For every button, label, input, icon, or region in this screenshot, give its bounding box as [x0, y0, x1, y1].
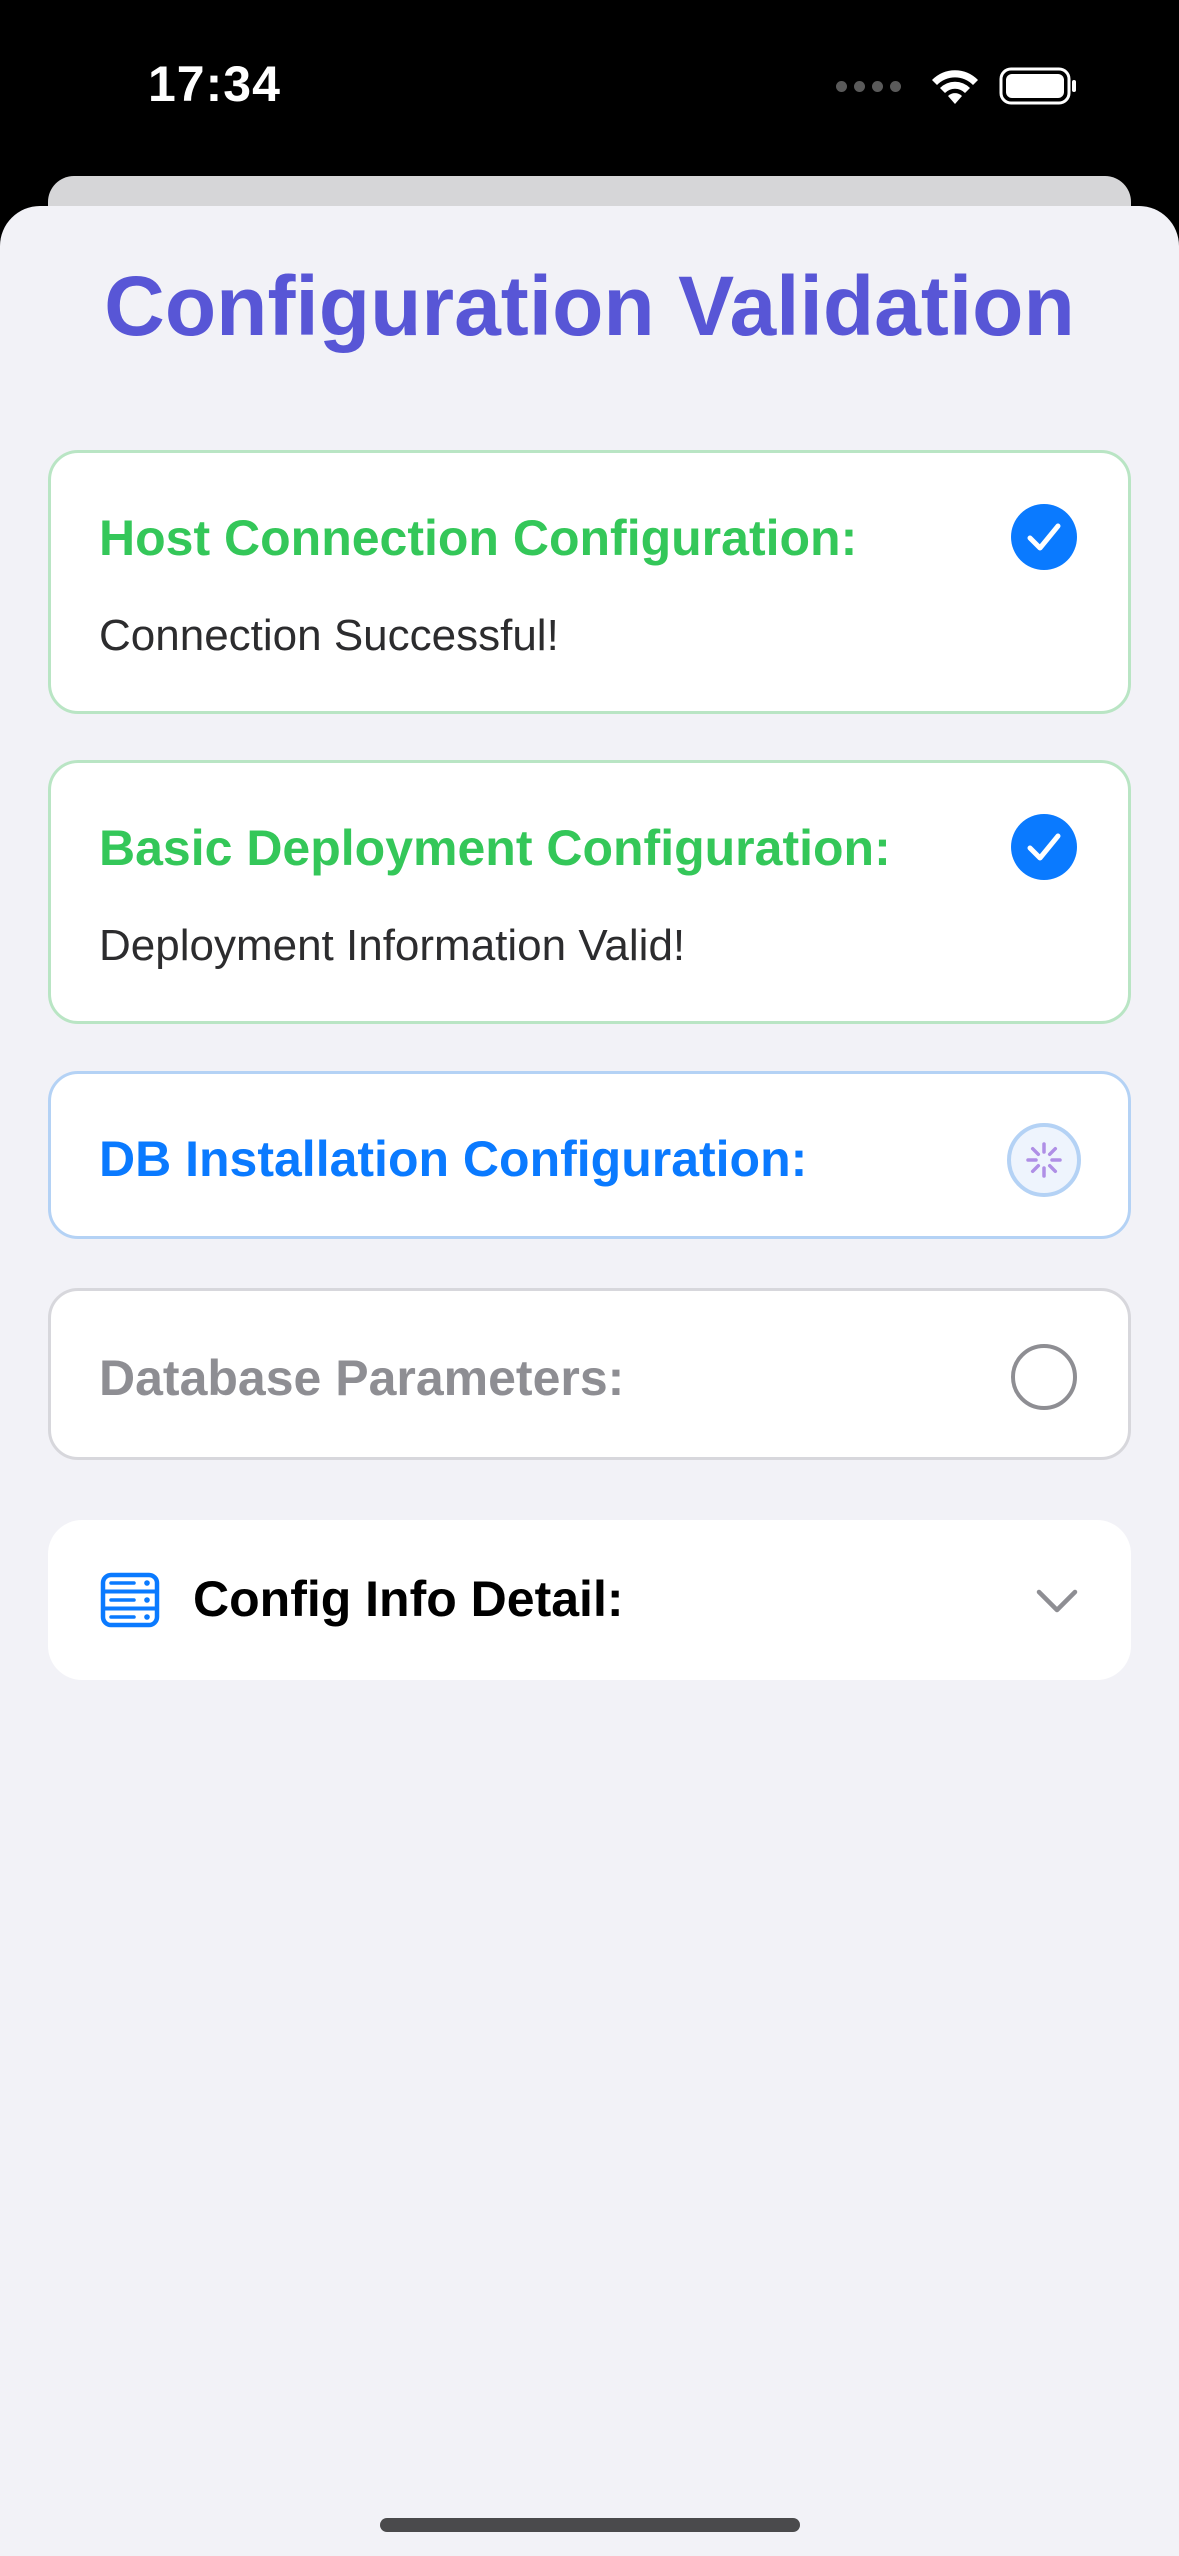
validation-sheet: Configuration Validation Host Connection…: [0, 206, 1179, 2556]
config-info-detail-label: Config Info Detail:: [193, 1571, 624, 1627]
wifi-icon: [932, 70, 978, 104]
config-info-detail-disclosure[interactable]: Config Info Detail:: [48, 1520, 1131, 1680]
status-icons: [836, 64, 1079, 108]
check-title: Database Parameters:: [99, 1350, 625, 1406]
check-message: Deployment Information Valid!: [99, 921, 686, 970]
check-title: Host Connection Configuration:: [99, 510, 858, 566]
check-title: DB Installation Configuration:: [99, 1131, 808, 1187]
server-rack-icon: [100, 1572, 160, 1628]
cellular-signal-icon: [836, 80, 901, 92]
check-title: Basic Deployment Configuration:: [99, 820, 891, 876]
check-card-database-parameters[interactable]: Database Parameters:: [48, 1288, 1131, 1460]
check-card-db-installation[interactable]: DB Installation Configuration:: [48, 1071, 1131, 1239]
empty-circle-icon: [1011, 1344, 1077, 1410]
check-message: Connection Successful!: [99, 611, 559, 660]
home-indicator[interactable]: [380, 2518, 800, 2532]
battery-icon: [999, 67, 1076, 105]
chevron-down-icon: [1036, 1589, 1078, 1613]
checkmark-circle-icon: [1011, 814, 1077, 880]
check-card-host-connection[interactable]: Host Connection Configuration: Connectio…: [48, 450, 1131, 714]
status-time: 17:34: [148, 56, 281, 112]
status-bar: 17:34: [0, 0, 1179, 170]
checkmark-circle-icon: [1011, 504, 1077, 570]
spinner-icon: [1007, 1123, 1081, 1197]
page-title: Configuration Validation: [104, 259, 1075, 353]
app-screen: 17:34 Configuration Validation Host Conn…: [0, 0, 1179, 2556]
check-card-basic-deployment[interactable]: Basic Deployment Configuration: Deployme…: [48, 760, 1131, 1024]
